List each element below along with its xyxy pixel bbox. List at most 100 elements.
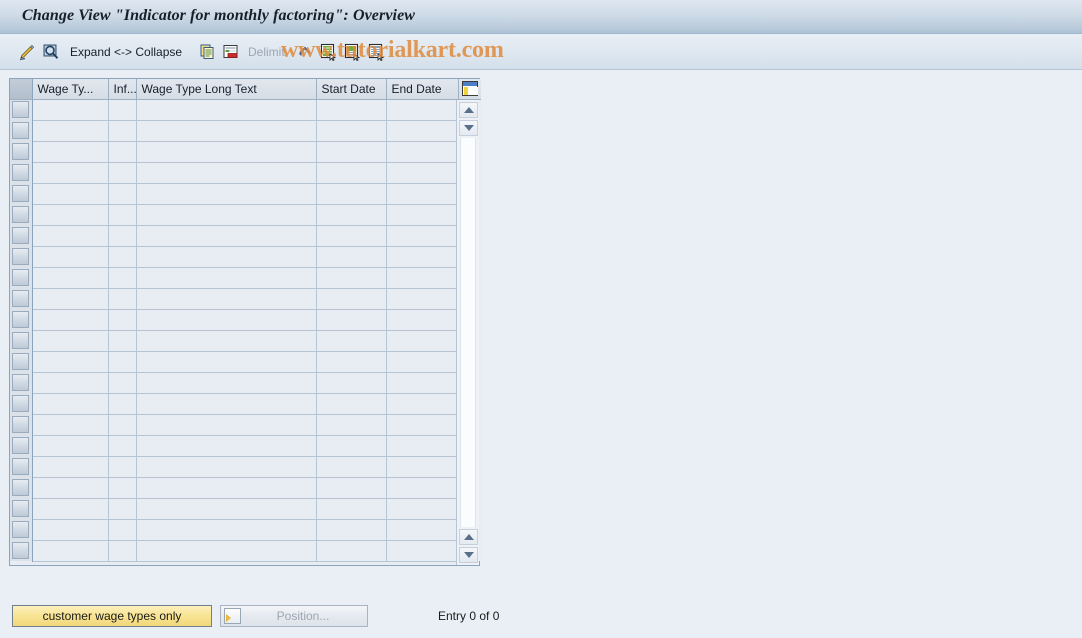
- cell-wage-type[interactable]: [32, 225, 109, 247]
- cell-wage-type[interactable]: [32, 498, 109, 520]
- row-select-button[interactable]: [12, 206, 29, 223]
- cell-end-date[interactable]: [386, 477, 459, 499]
- cell-wage-type[interactable]: [32, 540, 109, 562]
- cell-infotype[interactable]: [108, 435, 137, 457]
- row-selector-cell[interactable]: [10, 393, 33, 414]
- cell-infotype[interactable]: [108, 393, 137, 415]
- cell-infotype[interactable]: [108, 246, 137, 268]
- table-row[interactable]: [10, 204, 481, 226]
- row-selector-cell[interactable]: [10, 120, 33, 141]
- row-select-button[interactable]: [12, 248, 29, 265]
- table-row[interactable]: [10, 351, 481, 373]
- delimit-button[interactable]: Delimit: [248, 35, 285, 69]
- cell-end-date[interactable]: [386, 498, 459, 520]
- row-select-button[interactable]: [12, 395, 29, 412]
- row-selector-cell[interactable]: [10, 351, 33, 372]
- cell-end-date[interactable]: [386, 99, 459, 121]
- cell-wage-type[interactable]: [32, 372, 109, 394]
- row-selector-cell[interactable]: [10, 456, 33, 477]
- cell-long-text[interactable]: [136, 519, 317, 541]
- cell-end-date[interactable]: [386, 246, 459, 268]
- cell-long-text[interactable]: [136, 498, 317, 520]
- cell-start-date[interactable]: [316, 141, 387, 163]
- cell-wage-type[interactable]: [32, 141, 109, 163]
- delete-row-button[interactable]: [222, 35, 240, 69]
- cell-end-date[interactable]: [386, 414, 459, 436]
- cell-infotype[interactable]: [108, 540, 137, 562]
- cell-end-date[interactable]: [386, 393, 459, 415]
- cell-infotype[interactable]: [108, 414, 137, 436]
- position-button[interactable]: Position...: [220, 605, 368, 627]
- cell-long-text[interactable]: [136, 477, 317, 499]
- row-select-button[interactable]: [12, 227, 29, 244]
- row-select-button[interactable]: [12, 353, 29, 370]
- table-row[interactable]: [10, 141, 481, 163]
- row-select-button[interactable]: [12, 374, 29, 391]
- select-all-column-header[interactable]: [10, 79, 33, 100]
- row-selector-cell[interactable]: [10, 141, 33, 162]
- cell-end-date[interactable]: [386, 519, 459, 541]
- cell-wage-type[interactable]: [32, 519, 109, 541]
- row-select-button[interactable]: [12, 500, 29, 517]
- cell-start-date[interactable]: [316, 456, 387, 478]
- cell-wage-type[interactable]: [32, 204, 109, 226]
- cell-wage-type[interactable]: [32, 309, 109, 331]
- cell-start-date[interactable]: [316, 330, 387, 352]
- cell-long-text[interactable]: [136, 120, 317, 142]
- cell-wage-type[interactable]: [32, 351, 109, 373]
- cell-wage-type[interactable]: [32, 393, 109, 415]
- display-change-button[interactable]: [18, 35, 36, 69]
- row-select-button[interactable]: [12, 542, 29, 559]
- cell-infotype[interactable]: [108, 372, 137, 394]
- select-all-button[interactable]: [320, 35, 337, 69]
- row-selector-cell[interactable]: [10, 99, 33, 120]
- cell-long-text[interactable]: [136, 393, 317, 415]
- row-selector-cell[interactable]: [10, 414, 33, 435]
- cell-long-text[interactable]: [136, 435, 317, 457]
- table-row[interactable]: [10, 267, 481, 289]
- scroll-next-page-button[interactable]: [459, 529, 478, 545]
- cell-start-date[interactable]: [316, 498, 387, 520]
- cell-end-date[interactable]: [386, 225, 459, 247]
- cell-wage-type[interactable]: [32, 414, 109, 436]
- cell-end-date[interactable]: [386, 120, 459, 142]
- cell-start-date[interactable]: [316, 519, 387, 541]
- undo-button[interactable]: [297, 35, 315, 69]
- cell-end-date[interactable]: [386, 372, 459, 394]
- column-header-infotype[interactable]: Inf...: [108, 79, 137, 100]
- row-selector-cell[interactable]: [10, 330, 33, 351]
- cell-end-date[interactable]: [386, 162, 459, 184]
- cell-infotype[interactable]: [108, 330, 137, 352]
- expand-collapse-button[interactable]: Expand <-> Collapse: [70, 35, 182, 69]
- cell-start-date[interactable]: [316, 183, 387, 205]
- cell-wage-type[interactable]: [32, 99, 109, 121]
- row-select-button[interactable]: [12, 269, 29, 286]
- cell-start-date[interactable]: [316, 120, 387, 142]
- row-select-button[interactable]: [12, 458, 29, 475]
- cell-infotype[interactable]: [108, 351, 137, 373]
- table-row[interactable]: [10, 183, 481, 205]
- cell-infotype[interactable]: [108, 162, 137, 184]
- table-row[interactable]: [10, 540, 481, 562]
- column-header-start-date[interactable]: Start Date: [316, 79, 387, 100]
- row-selector-cell[interactable]: [10, 477, 33, 498]
- cell-start-date[interactable]: [316, 246, 387, 268]
- table-row[interactable]: [10, 519, 481, 541]
- row-select-button[interactable]: [12, 122, 29, 139]
- row-selector-cell[interactable]: [10, 288, 33, 309]
- cell-long-text[interactable]: [136, 267, 317, 289]
- row-select-button[interactable]: [12, 143, 29, 160]
- cell-start-date[interactable]: [316, 414, 387, 436]
- cell-wage-type[interactable]: [32, 183, 109, 205]
- table-row[interactable]: [10, 435, 481, 457]
- cell-end-date[interactable]: [386, 267, 459, 289]
- cell-start-date[interactable]: [316, 393, 387, 415]
- row-selector-cell[interactable]: [10, 225, 33, 246]
- column-header-end-date[interactable]: End Date: [386, 79, 459, 100]
- cell-wage-type[interactable]: [32, 267, 109, 289]
- cell-infotype[interactable]: [108, 183, 137, 205]
- row-select-button[interactable]: [12, 437, 29, 454]
- table-row[interactable]: [10, 414, 481, 436]
- row-selector-cell[interactable]: [10, 519, 33, 540]
- cell-infotype[interactable]: [108, 288, 137, 310]
